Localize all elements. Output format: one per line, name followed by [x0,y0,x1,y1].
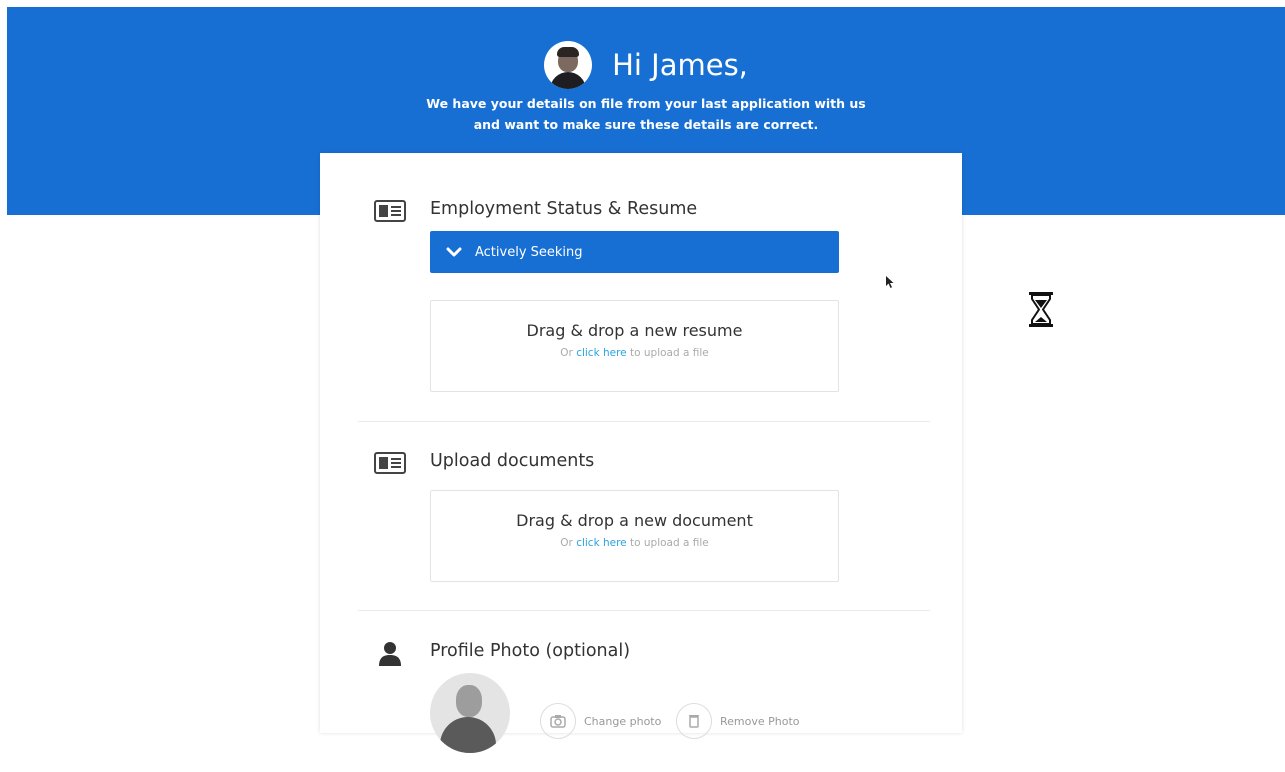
person-icon [379,642,401,666]
documents-section-title: Upload documents [430,451,595,471]
resume-dropzone[interactable]: Drag & drop a new resume Or click here t… [430,300,839,392]
document-upload-link[interactable]: click here [576,537,626,549]
mouse-cursor-icon [886,276,894,288]
employment-status-value: Actively Seeking [475,244,583,260]
resume-hint-suffix: to upload a file [626,347,709,359]
header-subtitle: We have your details on file from your l… [7,93,1285,135]
user-avatar [544,41,593,89]
id-card-icon [374,200,406,222]
employment-section-title: Employment Status & Resume [430,199,698,219]
greeting-row: Hi James, [7,41,1285,89]
change-photo-button[interactable]: Change photo [540,703,661,739]
document-dropzone-hint: Or click here to upload a file [431,537,838,549]
remove-photo-button[interactable]: Remove Photo [676,703,800,739]
resume-dropzone-hint: Or click here to upload a file [431,347,838,359]
document-dropzone[interactable]: Drag & drop a new document Or click here… [430,490,839,582]
employment-status-dropdown[interactable]: Actively Seeking [430,231,839,273]
photo-section-title: Profile Photo (optional) [430,641,631,661]
resume-dropzone-title: Drag & drop a new resume [526,321,743,340]
subtitle-line-1: We have your details on file from your l… [426,96,866,111]
chevron-down-icon [446,245,464,259]
profile-photo [430,673,510,753]
document-hint-prefix: Or [560,537,577,549]
section-divider [358,421,930,422]
document-hint-suffix: to upload a file [626,537,709,549]
hourglass-icon [1029,292,1053,327]
document-dropzone-title: Drag & drop a new document [516,511,753,530]
trash-icon [676,703,712,739]
camera-icon [540,703,576,739]
change-photo-label: Change photo [584,714,662,728]
section-divider [358,610,930,611]
details-card: Employment Status & Resume Actively Seek… [320,153,962,753]
resume-upload-link[interactable]: click here [576,347,626,359]
id-card-icon [374,452,406,474]
subtitle-line-2: and want to make sure these details are … [473,117,819,132]
greeting-title: Hi James, [612,48,748,82]
remove-photo-label: Remove Photo [720,714,800,728]
resume-hint-prefix: Or [560,347,577,359]
